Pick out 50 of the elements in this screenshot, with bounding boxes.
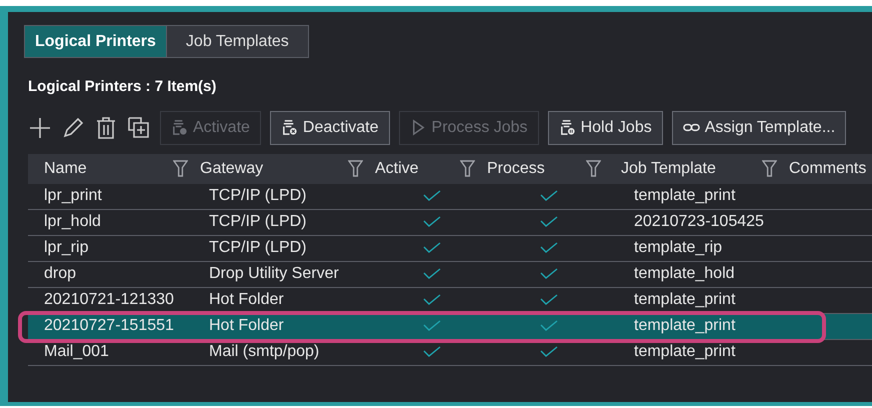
trash-icon[interactable] xyxy=(94,116,118,140)
tab[interactable]: Logical Printers xyxy=(25,26,166,57)
column-header[interactable]: Active xyxy=(375,156,419,180)
table-row[interactable]: lpr_print TCP/IP (LPD) template_print xyxy=(28,184,872,210)
table-cell: template_print xyxy=(634,187,736,204)
table-cell: template_print xyxy=(634,343,736,360)
printer-cross-icon xyxy=(280,119,298,136)
plus-icon[interactable] xyxy=(28,116,52,140)
table-row[interactable]: Mail_001 Mail (smtp/pop) template_print xyxy=(28,340,872,366)
table-cell: lpr_rip xyxy=(44,239,88,256)
list-heading: Logical Printers : 7 Item(s) xyxy=(28,77,218,97)
copy-icon[interactable] xyxy=(127,116,151,140)
toolbar-button[interactable]: Deactivate xyxy=(270,110,390,144)
column-header[interactable]: Process xyxy=(487,156,545,180)
filter-icon[interactable] xyxy=(460,159,475,178)
table-cell: 20210727-151551 xyxy=(44,317,174,334)
column-header[interactable]: Comments xyxy=(789,156,866,180)
table-cell: Hot Folder xyxy=(209,291,284,308)
table-cell: 20210721-121330 xyxy=(44,291,174,308)
toolbar-button[interactable]: Assign Template... xyxy=(672,110,846,144)
printer-pause-icon xyxy=(558,119,576,136)
column-header[interactable]: Job Template xyxy=(621,156,716,180)
table-cell: TCP/IP (LPD) xyxy=(209,239,306,256)
printer-check-icon xyxy=(171,119,188,136)
table-cell: 20210723-105425 xyxy=(634,213,764,230)
table-cell: template_print xyxy=(634,291,736,308)
table-cell: TCP/IP (LPD) xyxy=(209,213,306,230)
table-cell: template_rip xyxy=(634,239,722,256)
filter-icon[interactable] xyxy=(173,159,188,178)
table-cell: drop xyxy=(44,265,76,282)
table-row[interactable]: lpr_rip TCP/IP (LPD) template_rip xyxy=(28,236,872,262)
filter-icon[interactable] xyxy=(348,159,363,178)
toolbar-button[interactable]: Hold Jobs xyxy=(548,110,663,144)
filter-icon[interactable] xyxy=(762,159,777,178)
table-row[interactable]: drop Drop Utility Server template_hold xyxy=(28,262,872,288)
filter-icon[interactable] xyxy=(586,159,601,178)
table-cell: lpr_hold xyxy=(44,213,101,230)
pencil-icon[interactable] xyxy=(61,116,85,140)
table-cell: TCP/IP (LPD) xyxy=(209,187,306,204)
tab[interactable]: Job Templates xyxy=(166,26,308,57)
column-header[interactable]: Gateway xyxy=(200,156,264,180)
table-row[interactable]: lpr_hold TCP/IP (LPD) 20210723-105425 xyxy=(28,210,872,236)
table-cell: Mail (smtp/pop) xyxy=(209,343,320,360)
table-cell: Hot Folder xyxy=(209,317,284,334)
table-cell: template_print xyxy=(634,317,736,334)
table-cell: Mail_001 xyxy=(44,343,109,360)
table-cell: Drop Utility Server xyxy=(209,265,339,282)
column-header[interactable]: Name xyxy=(44,156,87,180)
table-cell: lpr_print xyxy=(44,187,102,204)
table-cell: template_hold xyxy=(634,265,735,282)
